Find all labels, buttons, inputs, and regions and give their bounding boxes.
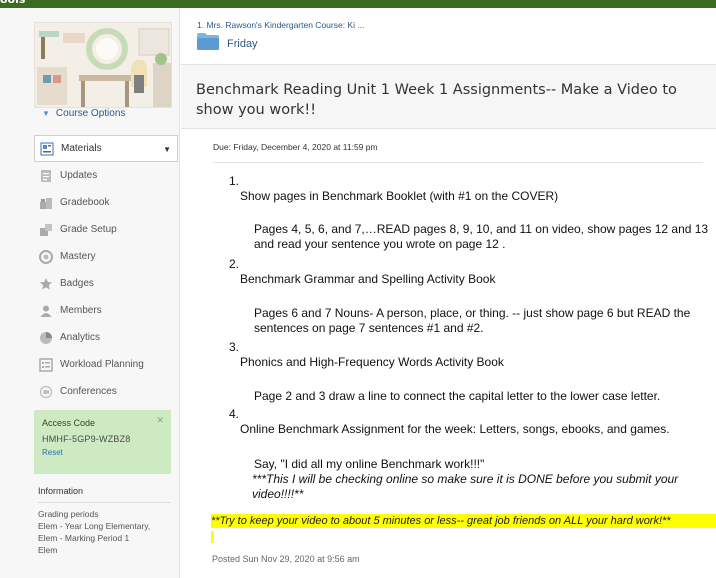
members-icon [40, 305, 52, 317]
access-code-panel: ✕ Access Code HMHF-5GP9-WZBZ8 Reset [34, 410, 171, 474]
access-code-label: Access Code [42, 418, 96, 428]
sidebar-item-label: Updates [60, 170, 98, 181]
list-number: 2. [229, 257, 240, 271]
badge-icon [40, 277, 52, 290]
sidebar-item-gradebook[interactable]: Gradebook [34, 189, 178, 216]
caret-down-icon: ▼ [42, 109, 50, 118]
sidebar-item-label: Conferences [60, 386, 117, 397]
mastery-icon [39, 249, 53, 264]
chevron-down-icon[interactable]: ▼ [163, 145, 171, 154]
sidebar-item-label: Badges [60, 278, 94, 289]
page-header: Benchmark Reading Unit 1 Week 1 Assignme… [181, 64, 716, 129]
sidebar-item-label: Grade Setup [60, 224, 117, 235]
sidebar-item-analytics[interactable]: Analytics [34, 324, 178, 351]
grade-setup-icon [40, 223, 52, 236]
sidebar-item-workload-planning[interactable]: Workload Planning [34, 351, 178, 378]
sidebar-item-label: Members [60, 305, 102, 316]
course-sidebar: ▼ Course Options Materials ▼ Updates Gra… [0, 8, 180, 578]
sidebar-item-members[interactable]: Members [34, 297, 178, 324]
sidebar-item-badges[interactable]: Badges [34, 270, 178, 297]
access-code-value: HMHF-5GP9-WZBZ8 [42, 434, 131, 444]
sidebar-item-mastery[interactable]: Mastery [34, 243, 178, 270]
due-date: Due: Friday, December 4, 2020 at 11:59 p… [213, 142, 378, 152]
info-line: Elem [38, 545, 58, 555]
highlighted-note: **Try to keep your video to about 5 minu… [211, 514, 716, 528]
course-image[interactable] [34, 22, 172, 108]
sidebar-item-label: Gradebook [60, 197, 110, 208]
list-item-detail: Page 2 and 3 draw a line to connect the … [254, 389, 661, 403]
materials-icon [40, 142, 54, 155]
list-number: 1. [229, 174, 240, 188]
sidebar-item-label: Mastery [60, 251, 96, 262]
info-line: Elem - Marking Period 1 [38, 533, 130, 543]
sidebar-item-label: Analytics [60, 332, 101, 343]
sidebar-item-label: Materials [61, 143, 102, 154]
sidebar-item-grade-setup[interactable]: Grade Setup [34, 216, 178, 243]
info-line: Elem - Year Long Elementary, [38, 521, 151, 531]
highlight-mark [211, 531, 214, 543]
gradebook-icon [40, 197, 52, 209]
list-item-heading: Show pages in Benchmark Booklet (with #1… [240, 189, 559, 203]
sidebar-item-conferences[interactable]: Conferences [34, 378, 178, 405]
access-code-reset-link[interactable]: Reset [42, 448, 163, 457]
brand-text: ools [0, 0, 25, 6]
course-options-button[interactable]: ▼ Course Options [42, 108, 125, 119]
info-line: Grading periods [38, 509, 99, 519]
divider [213, 162, 703, 163]
sidebar-item-label: Workload Planning [60, 359, 144, 370]
list-number: 3. [229, 340, 240, 354]
updates-icon [41, 169, 51, 182]
sidebar-item-updates[interactable]: Updates [34, 162, 178, 189]
list-item-detail: Say, "I did all my online Benchmark work… [254, 457, 485, 471]
conferences-icon [39, 385, 53, 398]
analytics-icon [40, 331, 52, 344]
close-icon[interactable]: ✕ [156, 415, 164, 426]
list-number: 4. [229, 407, 240, 421]
main-content: 1. Mrs. Rawson's Kindergarten Course: Ki… [181, 8, 716, 578]
list-item-heading: Benchmark Grammar and Spelling Activity … [240, 272, 496, 286]
page-title: Benchmark Reading Unit 1 Week 1 Assignme… [196, 82, 677, 118]
list-item-detail: Pages 6 and 7 Nouns- A person, place, or… [254, 306, 691, 335]
list-item-detail: Pages 4, 5, 6, and 7,…READ pages 8, 9, 1… [254, 222, 709, 251]
course-options-label: Course Options [55, 108, 126, 119]
list-item-heading: Phonics and High-Frequency Words Activit… [240, 355, 504, 369]
list-item-heading: Online Benchmark Assignment for the week… [240, 422, 670, 436]
top-bar: ools [0, 0, 716, 8]
sidebar-item-materials[interactable]: Materials ▼ [34, 135, 178, 162]
list-item-note: ***This I will be checking online so mak… [252, 472, 679, 501]
course-menu: Materials ▼ Updates Gradebook Grade Setu… [34, 135, 178, 405]
breadcrumb[interactable]: 1. Mrs. Rawson's Kindergarten Course: Ki… [197, 20, 364, 30]
posted-timestamp: Posted Sun Nov 29, 2020 at 9:56 am [212, 554, 360, 564]
folder-label[interactable]: Friday [227, 38, 258, 50]
information-details: Grading periods Elem - Year Long Element… [38, 508, 176, 556]
folder-icon [197, 33, 219, 50]
workload-icon [39, 357, 53, 372]
information-heading: Information [38, 486, 171, 503]
